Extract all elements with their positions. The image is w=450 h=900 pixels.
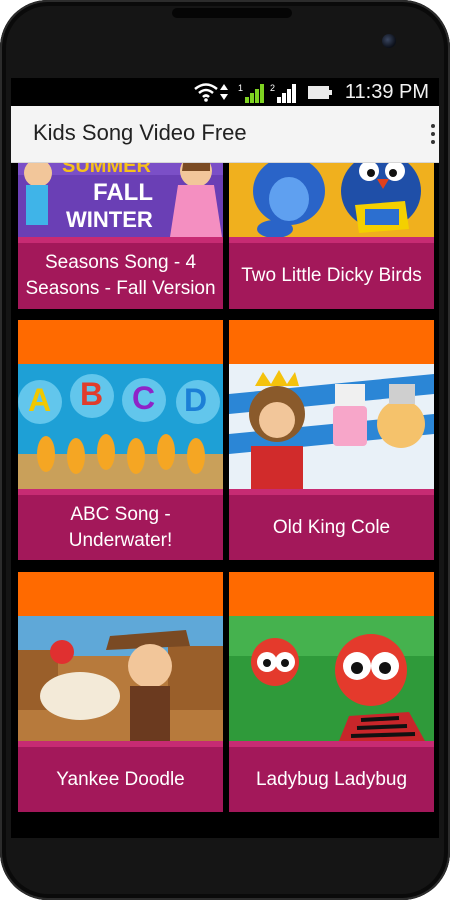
svg-text:2: 2 bbox=[270, 83, 275, 93]
video-title: Ladybug Ladybug bbox=[229, 747, 434, 812]
video-thumbnail bbox=[229, 163, 434, 243]
video-card[interactable]: Yankee Doodle bbox=[18, 572, 223, 812]
wifi-icon bbox=[194, 83, 218, 102]
video-thumbnail bbox=[229, 616, 434, 741]
video-thumbnail: SUMMER FALL WINTER bbox=[18, 163, 223, 243]
status-time: 11:39 PM bbox=[344, 81, 429, 103]
overflow-menu-icon[interactable] bbox=[429, 124, 437, 148]
thumbnail-text: D bbox=[184, 382, 208, 418]
video-thumbnail: A B C D bbox=[18, 364, 223, 489]
signal-2-icon: 2 bbox=[270, 83, 296, 103]
thumbnail-text: FALL bbox=[93, 179, 153, 206]
video-title: ABC Song - Underwater! bbox=[18, 495, 223, 560]
svg-text:1: 1 bbox=[238, 83, 243, 93]
video-grid: SUMMER FALL WINTER Seasons Song - 4 Seas… bbox=[11, 163, 439, 838]
video-title: Two Little Dicky Birds bbox=[229, 243, 434, 309]
battery-icon bbox=[308, 86, 332, 99]
video-card[interactable]: Ladybug Ladybug bbox=[229, 572, 434, 812]
video-card[interactable]: A B C D ABC Song - Underwater! bbox=[18, 320, 223, 560]
thumbnail-text: SUMMER bbox=[62, 163, 151, 177]
thumbnail-text: B bbox=[80, 376, 104, 412]
app-bar: Kids Song Video Free bbox=[11, 106, 439, 163]
video-card[interactable]: Two Little Dicky Birds bbox=[229, 163, 434, 309]
phone-bottom-bezel bbox=[0, 840, 450, 900]
video-thumbnail bbox=[229, 364, 434, 489]
status-bar: 1 2 11:39 PM bbox=[11, 78, 439, 106]
video-title: Seasons Song - 4 Seasons - Fall Version bbox=[18, 243, 223, 309]
video-title: Old King Cole bbox=[229, 495, 434, 560]
data-arrows-icon bbox=[220, 84, 228, 100]
thumbnail-text: C bbox=[132, 380, 156, 416]
phone-frame: 1 2 11:39 PM Kids Song Video Free SUMMER… bbox=[0, 0, 450, 900]
video-card[interactable]: Old King Cole bbox=[229, 320, 434, 560]
video-card[interactable]: SUMMER FALL WINTER Seasons Song - 4 Seas… bbox=[18, 163, 223, 309]
app-title: Kids Song Video Free bbox=[33, 120, 247, 145]
thumbnail-text: A bbox=[28, 382, 52, 418]
speaker-grille bbox=[172, 8, 292, 18]
screen: 1 2 11:39 PM Kids Song Video Free SUMMER… bbox=[11, 78, 439, 838]
video-title: Yankee Doodle bbox=[18, 747, 223, 812]
signal-1-icon: 1 bbox=[238, 83, 264, 103]
front-camera bbox=[382, 34, 396, 48]
video-thumbnail bbox=[18, 616, 223, 741]
thumbnail-text: WINTER bbox=[66, 207, 153, 232]
